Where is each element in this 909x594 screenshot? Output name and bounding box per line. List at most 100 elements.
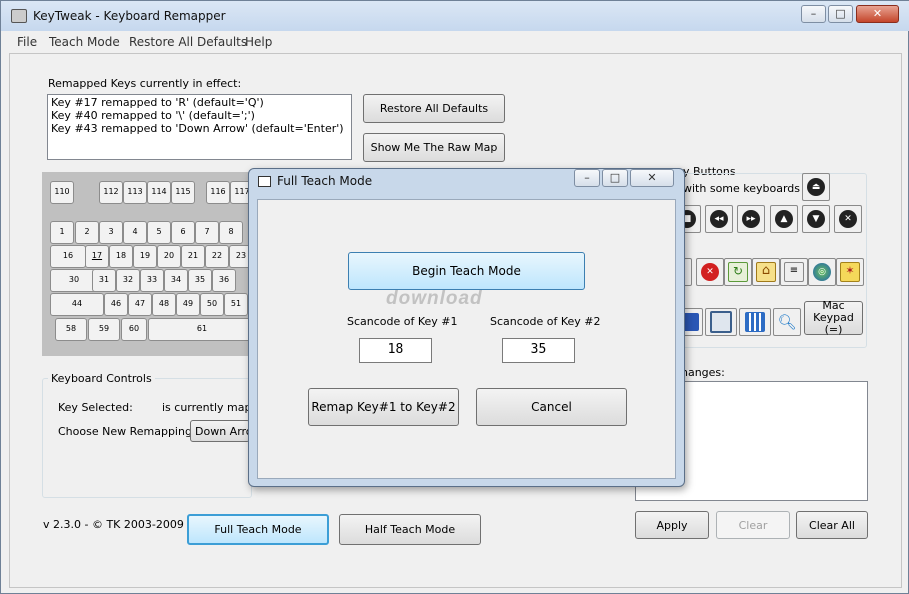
begin-teach-mode-button[interactable]: Begin Teach Mode [348,252,585,290]
scancode1-field[interactable]: 18 [359,338,432,363]
volume-down-button[interactable]: ▼ [802,205,830,233]
menu-file[interactable]: File [17,35,37,49]
computer-button[interactable] [705,308,737,336]
star-folder-icon: ✶ [840,262,860,282]
key-44[interactable]: 44 [50,293,104,316]
fast-forward-button[interactable]: ▸▸ [737,205,765,233]
key-31[interactable]: 31 [92,269,116,292]
key-19[interactable]: 19 [133,245,157,268]
keyboard-controls-title: Keyboard Controls [48,372,155,385]
key-33[interactable]: 33 [140,269,164,292]
search-button[interactable]: ≡ [780,258,808,286]
stop-red-button[interactable]: ✕ [696,258,724,286]
key-60[interactable]: 60 [121,318,147,341]
half-teach-mode-button[interactable]: Half Teach Mode [339,514,481,545]
search-icon: ≡ [784,262,804,282]
key-30[interactable]: 30 [50,269,98,292]
rewind-icon: ◂◂ [710,210,728,228]
key-32[interactable]: 32 [116,269,140,292]
key-49[interactable]: 49 [176,293,200,316]
key-116[interactable]: 116 [206,181,230,204]
magnifier-button[interactable]: 🔍︎ [773,308,801,336]
dialog-body: Begin Teach Mode download Scancode of Ke… [257,199,676,479]
maximize-button[interactable]: □ [828,5,853,23]
list-item[interactable]: Key #43 remapped to 'Down Arrow' (defaul… [51,122,348,135]
key-34[interactable]: 34 [164,269,188,292]
key-48[interactable]: 48 [152,293,176,316]
mac-keypad-button[interactable]: Mac Keypad (=) [804,300,863,336]
scancode2-field[interactable]: 35 [502,338,575,363]
key-112[interactable]: 112 [99,181,123,204]
remapped-list[interactable]: Key #17 remapped to 'R' (default='Q') Ke… [47,94,352,160]
volume-up-icon: ▲ [775,210,793,228]
key-20[interactable]: 20 [157,245,181,268]
key-61[interactable]: 61 [148,318,256,341]
list-item[interactable]: Key #40 remapped to '\' (default=';') [51,109,348,122]
key-22[interactable]: 22 [205,245,229,268]
key-114[interactable]: 114 [147,181,171,204]
mute-icon: ✕ [839,210,857,228]
key-51[interactable]: 51 [224,293,248,316]
key-16[interactable]: 16 [50,245,86,268]
home-icon: ⌂ [756,262,776,282]
key-21[interactable]: 21 [181,245,205,268]
remap-key-button[interactable]: Remap Key#1 to Key#2 [308,388,459,426]
key-59[interactable]: 59 [88,318,120,341]
key-7[interactable]: 7 [195,221,219,244]
key-4[interactable]: 4 [123,221,147,244]
star-folder-button[interactable]: ✶ [836,258,864,286]
close-button[interactable]: ✕ [856,5,899,23]
key-8[interactable]: 8 [219,221,243,244]
key-2[interactable]: 2 [75,221,99,244]
key-6[interactable]: 6 [171,221,195,244]
eject-button[interactable]: ⏏ [802,173,830,201]
key-46[interactable]: 46 [104,293,128,316]
computer-icon [710,311,732,333]
eject-icon: ⏏ [807,178,825,196]
keyboard-app-icon [11,9,27,23]
mute-button[interactable]: ✕ [834,205,862,233]
calculator-button[interactable] [739,308,771,336]
full-teach-mode-dialog: Full Teach Mode – □ ✕ Begin Teach Mode d… [248,168,685,487]
volume-up-button[interactable]: ▲ [770,205,798,233]
dialog-close-button[interactable]: ✕ [630,169,674,187]
raw-map-button[interactable]: Show Me The Raw Map [363,133,505,162]
favorites-button[interactable]: ◎ [808,258,836,286]
fast-forward-icon: ▸▸ [742,210,760,228]
menu-restore-defaults[interactable]: Restore All Defaults [129,35,247,49]
clear-all-button[interactable]: Clear All [796,511,868,539]
key-17[interactable]: 17 [85,245,109,268]
dialog-minimize-button[interactable]: – [574,169,600,187]
clear-button[interactable]: Clear [716,511,790,539]
restore-defaults-button[interactable]: Restore All Defaults [363,94,505,123]
download-watermark: download [386,288,483,309]
key-18[interactable]: 18 [109,245,133,268]
key-50[interactable]: 50 [200,293,224,316]
key-115[interactable]: 115 [171,181,195,204]
remapped-label: Remapped Keys currently in effect: [48,77,242,90]
key-36[interactable]: 36 [212,269,236,292]
key-1[interactable]: 1 [50,221,74,244]
menu-help[interactable]: Help [245,35,272,49]
cancel-button[interactable]: Cancel [476,388,627,426]
key-58[interactable]: 58 [55,318,87,341]
key-113[interactable]: 113 [123,181,147,204]
menu-teach-mode[interactable]: Teach Mode [49,35,120,49]
key-110[interactable]: 110 [50,181,74,204]
list-item[interactable]: Key #17 remapped to 'R' (default='Q') [51,96,348,109]
volume-down-icon: ▼ [807,210,825,228]
minimize-button[interactable]: – [801,5,826,23]
full-teach-mode-button[interactable]: Full Teach Mode [187,514,329,545]
key-35[interactable]: 35 [188,269,212,292]
calculator-icon [745,312,765,332]
apply-button[interactable]: Apply [635,511,709,539]
key-47[interactable]: 47 [128,293,152,316]
dialog-app-icon [258,176,271,187]
key-3[interactable]: 3 [99,221,123,244]
dialog-maximize-button[interactable]: □ [602,169,628,187]
home-button[interactable]: ⌂ [752,258,780,286]
key-5[interactable]: 5 [147,221,171,244]
refresh-button[interactable]: ↻ [724,258,752,286]
remap-select[interactable]: Down Arrow [190,420,250,442]
rewind-button[interactable]: ◂◂ [705,205,733,233]
